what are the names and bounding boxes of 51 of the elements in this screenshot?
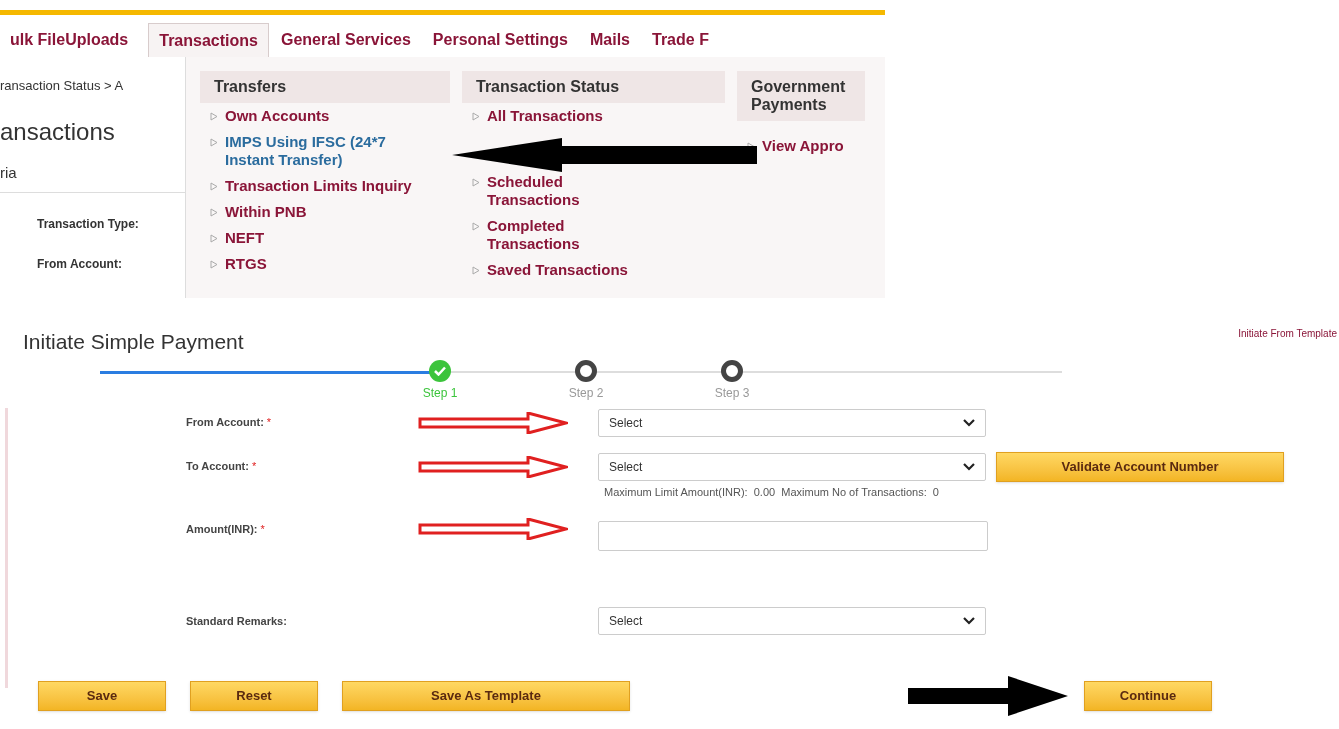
menu-item[interactable]: Within PNB: [225, 203, 415, 221]
menu-item[interactable]: NEFT: [225, 229, 415, 247]
form-label: Transaction Type:: [37, 216, 140, 233]
menu-heading: Transaction Status: [462, 71, 725, 103]
arrow-icon: [908, 675, 1068, 716]
step-label: Step 3: [714, 384, 750, 402]
amount-field[interactable]: [598, 521, 988, 551]
breadcrumb: ransaction Status > A: [0, 77, 125, 95]
action-button[interactable]: Validate Account Number: [996, 451, 1284, 482]
menu-item[interactable]: Completed Transactions: [487, 217, 655, 253]
nav-tab[interactable]: Personal Settings: [422, 23, 578, 57]
menu-item[interactable]: Transaction Limits Inquiry: [225, 177, 415, 195]
chevron-icon: [963, 462, 975, 471]
menu-item[interactable]: RTGS: [225, 255, 415, 273]
menu-item[interactable]: Own Accounts: [225, 107, 415, 125]
arrow-icon: [452, 138, 757, 172]
action-button[interactable]: Save: [38, 680, 166, 711]
chevron-icon: [963, 617, 975, 625]
form-title: Initiate Simple Payment: [23, 329, 244, 355]
field-label: From Account:: [186, 415, 264, 431]
menu-item[interactable]: Saved Transactions: [487, 261, 655, 279]
required-mark: *: [251, 459, 257, 475]
nav-tab[interactable]: Mails: [580, 23, 640, 57]
select-field[interactable]: Select: [598, 607, 986, 635]
field-label: To Account:: [186, 459, 249, 475]
nav-tab[interactable]: ulk FileUploads: [0, 23, 139, 57]
action-button[interactable]: Continue: [1084, 680, 1212, 711]
select-field[interactable]: Select: [598, 452, 986, 481]
field-label: Amount(INR):: [186, 521, 258, 537]
select-field[interactable]: Select: [598, 408, 986, 437]
menu-item[interactable]: Scheduled Transactions: [487, 173, 655, 209]
template-link[interactable]: Initiate From Template: [1238, 326, 1337, 358]
field-label: Standard Remarks:: [186, 613, 287, 629]
nav-tab[interactable]: General Services: [270, 23, 421, 57]
menu-item[interactable]: All Transactions: [487, 107, 655, 125]
menu-heading: Government Payments: [737, 71, 865, 121]
limit-note: Maximum Limit Amount(INR): 0.00 Maximum No of Transactions: 0: [604, 484, 940, 500]
nav-tab[interactable]: Trade F: [642, 23, 719, 57]
menu-item[interactable]: IMPS Using IFSC (24*7 Instant Transfer): [225, 133, 415, 169]
action-button[interactable]: Reset: [190, 680, 318, 711]
nav-tab[interactable]: Transactions: [148, 23, 269, 57]
required-mark: *: [260, 521, 265, 537]
step-label: Step 2: [568, 384, 604, 402]
step-label: Step 1: [422, 384, 458, 402]
page-heading: ansactions: [0, 116, 116, 147]
menu-item[interactable]: View Appro: [762, 137, 862, 155]
menu-heading: Transfers: [200, 71, 450, 103]
form-label: From Account:: [37, 256, 123, 273]
chevron-icon: [963, 418, 975, 427]
required-mark: *: [266, 415, 272, 431]
action-button[interactable]: Save As Template: [342, 680, 630, 711]
